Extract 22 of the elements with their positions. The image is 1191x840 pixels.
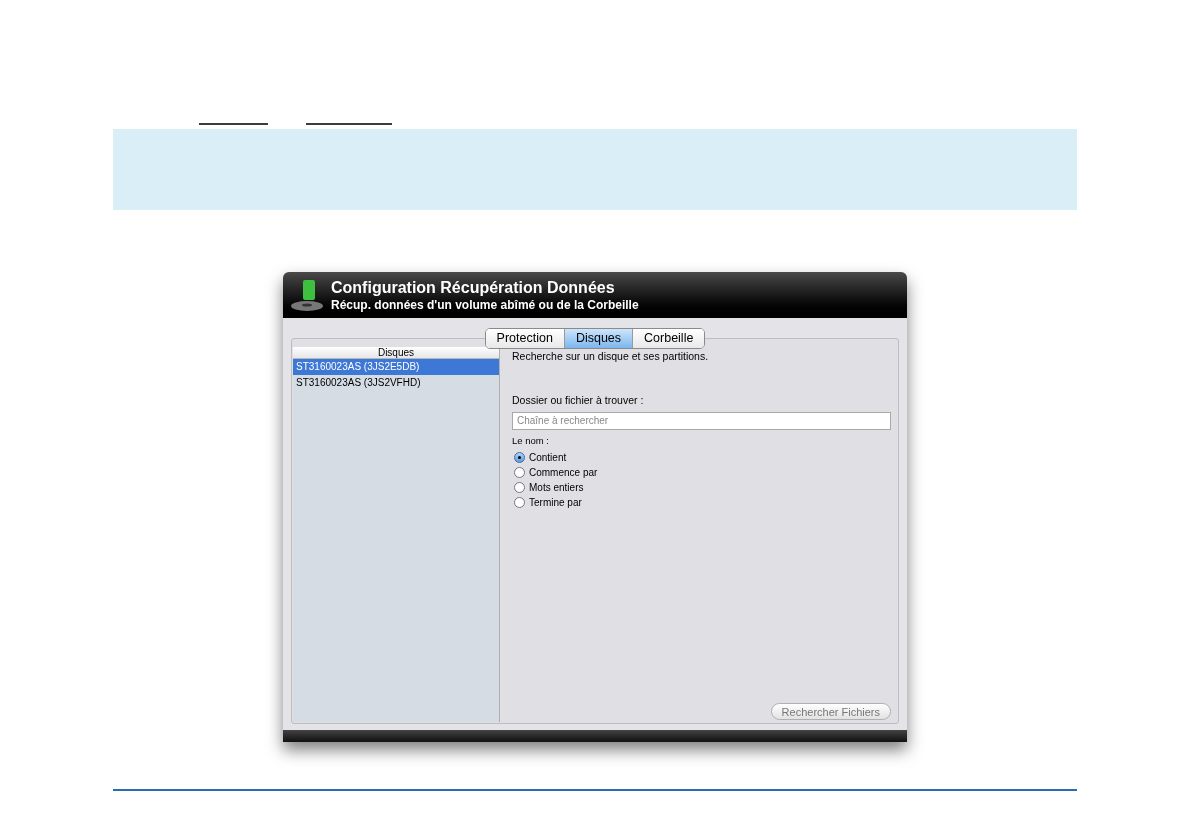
options-label: Le nom : bbox=[512, 433, 550, 448]
radio-label: Termine par bbox=[529, 495, 582, 510]
column-header: Disques bbox=[293, 347, 499, 359]
radio-label: Contient bbox=[529, 450, 567, 465]
radio-label: Commence par bbox=[529, 465, 598, 480]
radio-button[interactable] bbox=[514, 451, 525, 463]
field-label: Dossier ou fichier à trouver : bbox=[512, 392, 645, 408]
radio-button[interactable] bbox=[514, 481, 525, 493]
disk-item[interactable]: ST3160023AS (3JS2E5DB) bbox=[293, 359, 499, 375]
tab[interactable]: Protection bbox=[485, 329, 564, 348]
radio-button[interactable] bbox=[514, 496, 525, 508]
disk-item[interactable]: ST3160023AS (3JS2VFHD) bbox=[293, 375, 499, 391]
underline-bar bbox=[199, 123, 268, 125]
description-text: Recherche sur un disque et ses partitions. bbox=[512, 349, 710, 364]
radio-button[interactable] bbox=[514, 466, 525, 478]
radio-label: Mots entiers bbox=[529, 480, 584, 495]
drive-icon bbox=[289, 277, 325, 313]
tab[interactable]: Disques bbox=[563, 329, 633, 348]
search-field[interactable]: Chaîne à rechercher bbox=[512, 411, 891, 430]
window-subtitle: Récup. données d'un volume abîmé ou de la Corbeille bbox=[331, 297, 639, 313]
window-title: Configuration Récupération Données bbox=[331, 277, 616, 298]
tab[interactable]: Corbeille bbox=[632, 329, 705, 348]
